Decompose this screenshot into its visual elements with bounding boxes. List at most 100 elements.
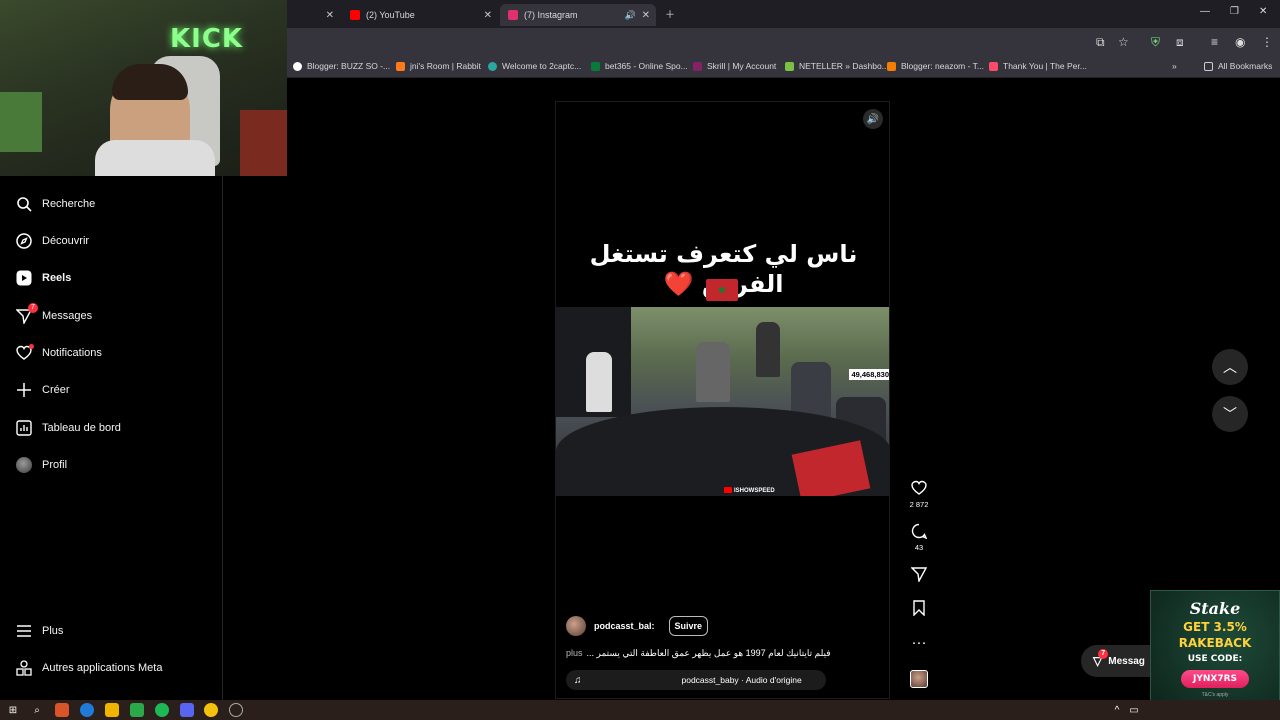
messenger-icon: ▽ 7	[1093, 649, 1109, 668]
heart-bookmark-icon	[989, 61, 998, 71]
bookmark-icon[interactable]	[905, 600, 933, 618]
heart-icon[interactable]	[905, 480, 933, 498]
app-icon[interactable]	[55, 703, 69, 717]
bookmark-item[interactable]: NETELLER » Dashbo...	[785, 61, 889, 71]
bookmark-item[interactable]: Skrill | My Account	[693, 61, 776, 71]
meta-apps-icon	[16, 660, 32, 676]
previous-reel-button[interactable]: ︿	[1212, 349, 1248, 385]
instagram-favicon-icon	[508, 10, 518, 20]
close-tab-icon[interactable]: ✕	[642, 10, 650, 21]
video-watermark: ISHOWSPEED	[724, 487, 775, 494]
sidebar-item-messages[interactable]: 7 Messages	[16, 303, 92, 327]
bookmark-item[interactable]: Blogger: BUZZ SO -...	[293, 61, 390, 71]
all-bookmarks-label: All Bookmarks	[1218, 61, 1273, 71]
edge-icon[interactable]	[80, 703, 94, 717]
sound-toggle-button[interactable]: 🔊	[863, 109, 883, 129]
restore-icon[interactable]: ❐	[1230, 6, 1239, 17]
screen: ✕ (2) YouTube ✕ (7) Instagram 🔊 ✕ ＋ — ❐ …	[0, 0, 1280, 720]
new-tab-icon[interactable]: ＋	[665, 6, 675, 21]
close-tab-icon[interactable]: ✕	[484, 10, 492, 21]
install-app-icon[interactable]: ⧉	[1096, 35, 1105, 50]
save-action[interactable]	[905, 600, 933, 618]
bookmarks-overflow-icon[interactable]: »	[1172, 61, 1177, 71]
audio-thumbnail[interactable]	[910, 670, 928, 688]
search-icon[interactable]: ⌕	[30, 703, 44, 717]
more-link[interactable]: plus	[566, 648, 583, 659]
music-note-icon: ♫	[574, 674, 582, 686]
sidebar-item-recherche[interactable]: Recherche	[16, 193, 95, 215]
messages-badge: 7	[28, 303, 38, 313]
obs-icon[interactable]	[229, 703, 243, 717]
compass-icon	[16, 233, 32, 249]
share-icon[interactable]	[905, 566, 933, 584]
webcam-overlay: KICK	[0, 0, 287, 176]
comment-icon[interactable]	[905, 523, 933, 541]
more-icon[interactable]: ···	[905, 634, 933, 652]
more-menu-icon[interactable]: ⋮	[1261, 35, 1273, 49]
more-options-action[interactable]: ···	[905, 634, 933, 652]
speaker-icon[interactable]: 🔊	[625, 10, 636, 21]
all-bookmarks[interactable]: All Bookmarks	[1204, 61, 1272, 71]
bookmark-label: jni's Room | Rabbit	[410, 61, 481, 71]
next-reel-button[interactable]: ﹀	[1212, 396, 1248, 432]
tab-label: (2) YouTube	[366, 10, 415, 20]
reels-icon	[16, 270, 32, 286]
minimize-icon[interactable]: —	[1200, 6, 1210, 17]
tab-instagram[interactable]: (7) Instagram 🔊 ✕	[500, 4, 656, 26]
media-control-icon[interactable]: ≡	[1211, 35, 1218, 49]
spotify-icon[interactable]	[155, 703, 169, 717]
folder-icon	[1204, 61, 1213, 71]
reel-description: plus فيلم تايتانيك لعام 1997 هو عمل يظهر…	[566, 648, 886, 659]
bookmark-item[interactable]: bet365 - Online Spo...	[591, 61, 688, 71]
windows-start-icon[interactable]: ⊞	[6, 703, 20, 717]
sidebar-item-plus[interactable]: Plus	[16, 620, 63, 642]
bookmark-item[interactable]: Thank You | The Per...	[989, 61, 1087, 71]
like-count: 2 872	[909, 500, 929, 509]
view-counter: 49,468,830	[849, 369, 889, 380]
sidebar-item-decouvrir[interactable]: Découvrir	[16, 230, 89, 252]
follow-button[interactable]: Suivre	[668, 616, 709, 636]
tab-previous[interactable]: ✕	[290, 4, 340, 26]
stake-use-code: USE CODE:	[1187, 654, 1243, 664]
close-window-icon[interactable]: ✕	[1259, 6, 1267, 17]
sidebar-item-tableau-de-bord[interactable]: Tableau de bord	[16, 417, 121, 439]
bookmark-item[interactable]: Welcome to 2captc...	[488, 61, 581, 71]
bet365-icon	[591, 61, 600, 71]
2captcha-icon	[488, 61, 497, 71]
sidebar-item-profil[interactable]: Profil	[16, 454, 67, 476]
tab-youtube[interactable]: (2) YouTube ✕	[342, 4, 498, 26]
reel-video-frame: 49,468,830 ISHOWSPEED	[556, 307, 889, 496]
messages-pill-label: Messag	[1108, 655, 1145, 667]
extensions-icon[interactable]: ⧈	[1176, 35, 1184, 50]
sidebar-item-notifications[interactable]: Notifications	[16, 342, 102, 364]
sidebar-item-creer[interactable]: Créer	[16, 379, 70, 401]
file-explorer-icon[interactable]	[105, 703, 119, 717]
sidebar-item-reels[interactable]: Reels	[16, 267, 71, 289]
store-icon[interactable]	[130, 703, 144, 717]
share-action[interactable]	[905, 566, 933, 584]
shield-extension-icon[interactable]: ⛨	[1151, 35, 1160, 50]
reel-audio-row[interactable]: ♫ podcasst_baby · Audio d'origine	[566, 670, 826, 690]
bookmark-item[interactable]: jni's Room | Rabbit	[396, 61, 481, 71]
star-icon[interactable]: ☆	[1118, 35, 1129, 49]
tray-icon[interactable]: ▭	[1127, 703, 1141, 717]
sidebar-item-meta-apps[interactable]: Autres applications Meta	[16, 657, 162, 679]
reel-player[interactable]: 🔊 ناس لي كتعرف تستغل الفرص ❤️ ★ 49,468,8…	[555, 101, 890, 699]
chevron-up-icon: ︿	[1223, 359, 1237, 375]
bookmark-item[interactable]: Blogger: neazom - T...	[887, 61, 984, 71]
author-username[interactable]: podcasst_bal:	[594, 621, 655, 631]
streamer-hair	[112, 64, 188, 100]
chevron-up-icon[interactable]: ^	[1110, 703, 1124, 717]
avatar[interactable]	[566, 616, 586, 636]
morocco-flag-icon: ★	[706, 279, 738, 301]
avatar	[16, 457, 32, 473]
chrome-icon[interactable]	[204, 703, 218, 717]
sidebar-item-label: Autres applications Meta	[42, 662, 163, 674]
instagram-sidebar: Recherche Découvrir Reels 7 Messages Not…	[0, 176, 223, 700]
profile-avatar-icon[interactable]: ◉	[1235, 35, 1245, 49]
comment-action[interactable]: 43	[905, 523, 933, 552]
sidebar-item-label: Recherche	[42, 198, 96, 210]
close-tab-icon[interactable]: ✕	[326, 10, 334, 21]
discord-icon[interactable]	[180, 703, 194, 717]
like-action[interactable]: 2 872	[905, 480, 933, 509]
